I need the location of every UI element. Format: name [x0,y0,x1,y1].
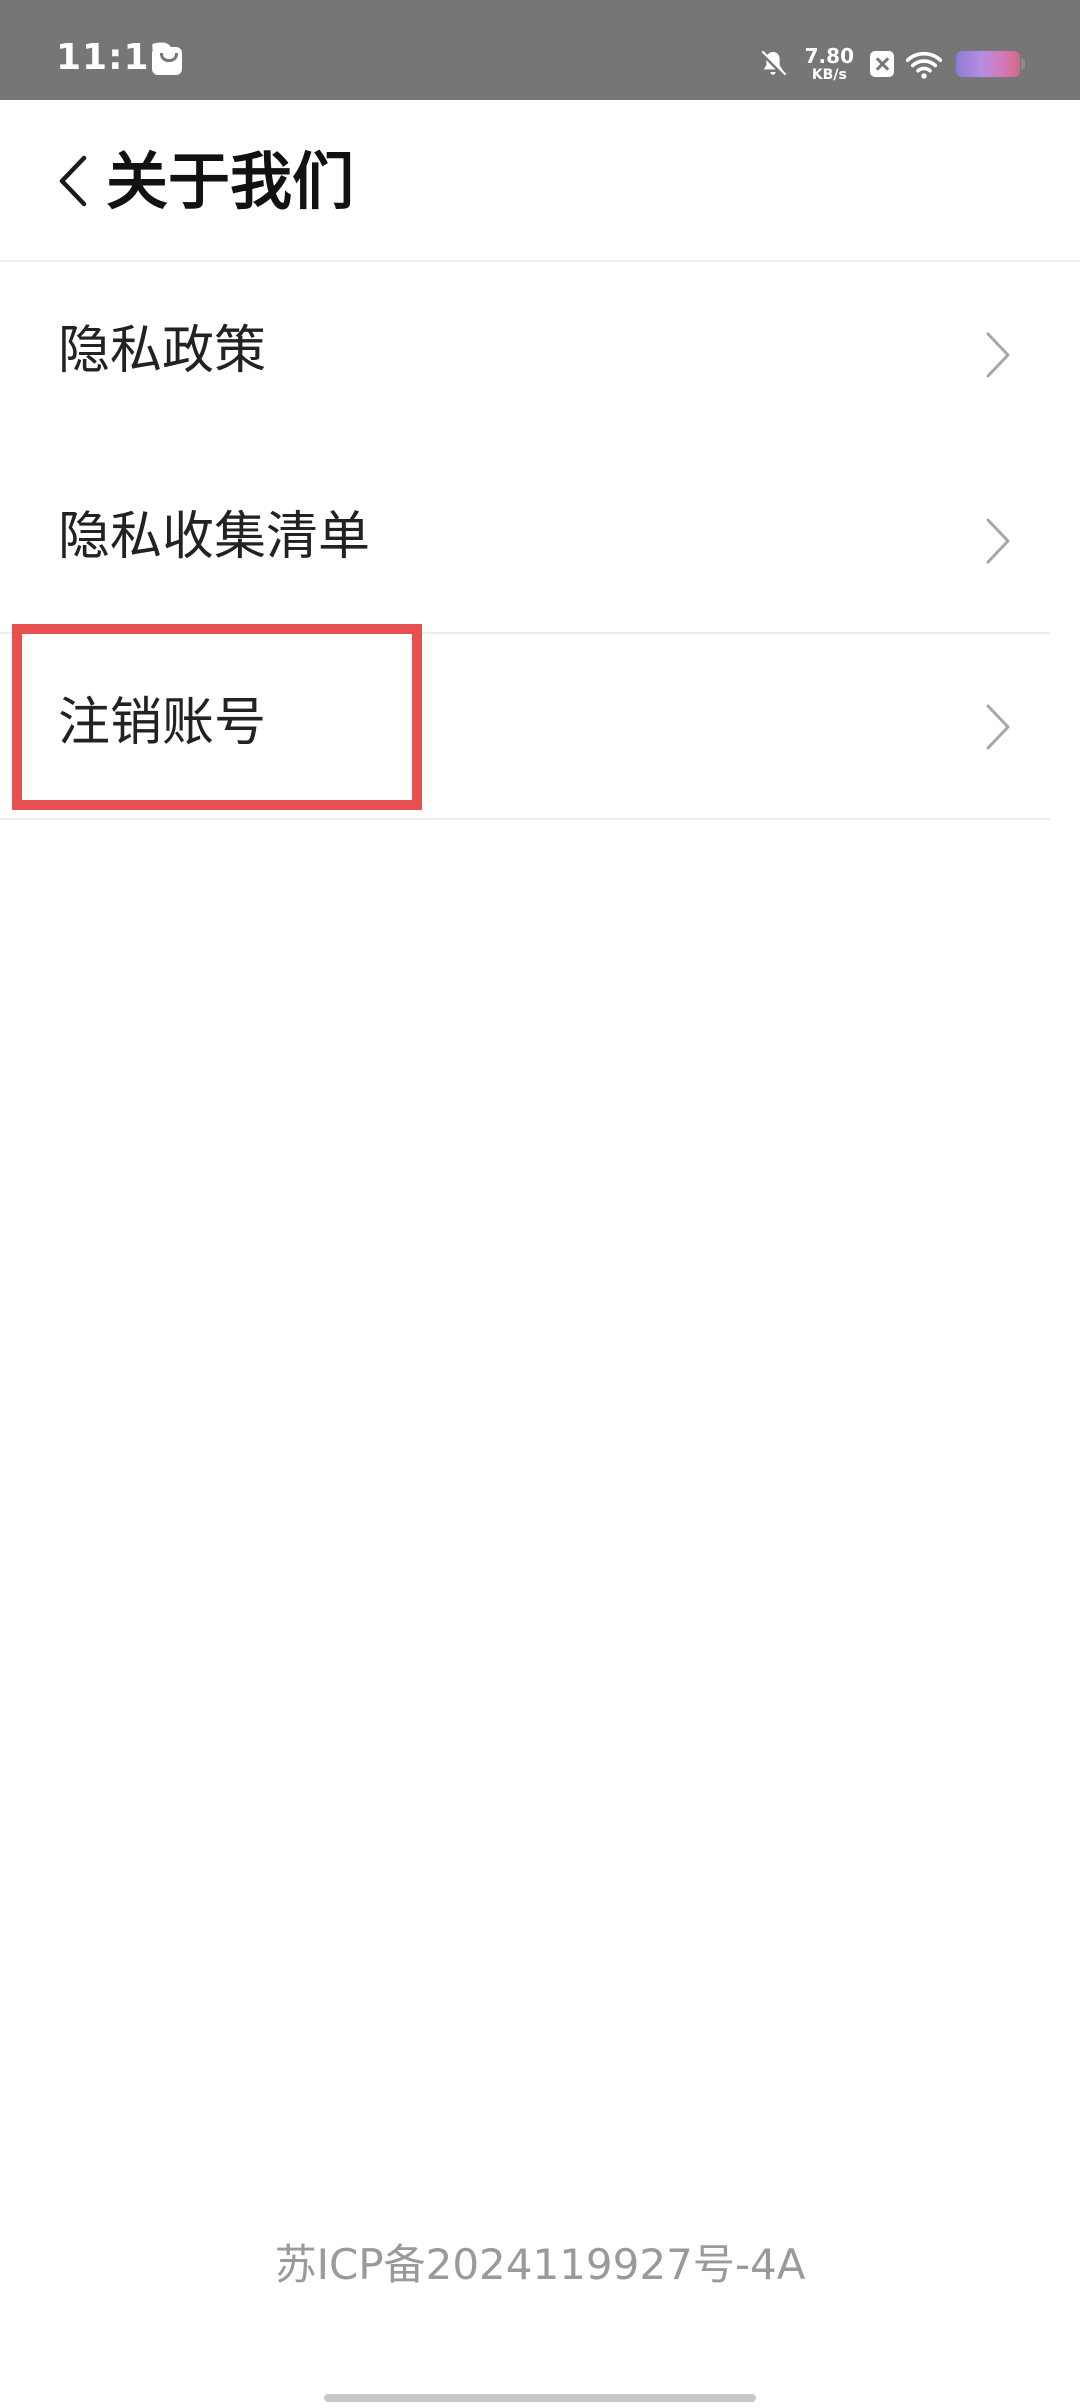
status-icons: 7.80 KB/s [757,44,1025,84]
chevron-left-icon[interactable] [56,154,90,208]
nav-bar: 关于我们 [0,100,1080,262]
icp-license-text: 苏ICP备2024119927号-4A [274,2240,806,2289]
page-title: 关于我们 [106,145,355,218]
chevron-right-icon [986,518,1010,564]
battery-icon [956,51,1025,77]
settings-list: 隐私政策 隐私收集清单 注销账号 [0,262,1080,820]
network-speed: 7.80 KB/s [805,46,854,82]
home-indicator[interactable] [324,2394,756,2402]
notification-icon [152,47,182,75]
list-item-privacy-collection-list[interactable]: 隐私收集清单 [0,448,1080,634]
network-speed-unit: KB/s [811,67,847,83]
chevron-right-icon [986,332,1010,378]
screen: 11:12 7.80 KB/s 关于我们 隐私政策 隐私收集清单 注销账号 苏I… [0,0,1080,2408]
list-item-delete-account[interactable]: 注销账号 [0,634,1080,820]
bell-off-icon [759,50,787,78]
network-speed-value: 7.80 [804,44,854,68]
list-item-label: 隐私政策 [58,321,267,381]
wifi-icon [906,51,942,79]
divider [0,818,1050,820]
list-item-privacy-policy[interactable]: 隐私政策 [0,262,1080,448]
status-bar: 11:12 7.80 KB/s [0,0,1080,100]
list-item-label: 注销账号 [58,693,267,753]
list-item-label: 隐私收集清单 [58,507,371,567]
chevron-right-icon [986,704,1010,750]
close-box-icon [870,51,894,77]
